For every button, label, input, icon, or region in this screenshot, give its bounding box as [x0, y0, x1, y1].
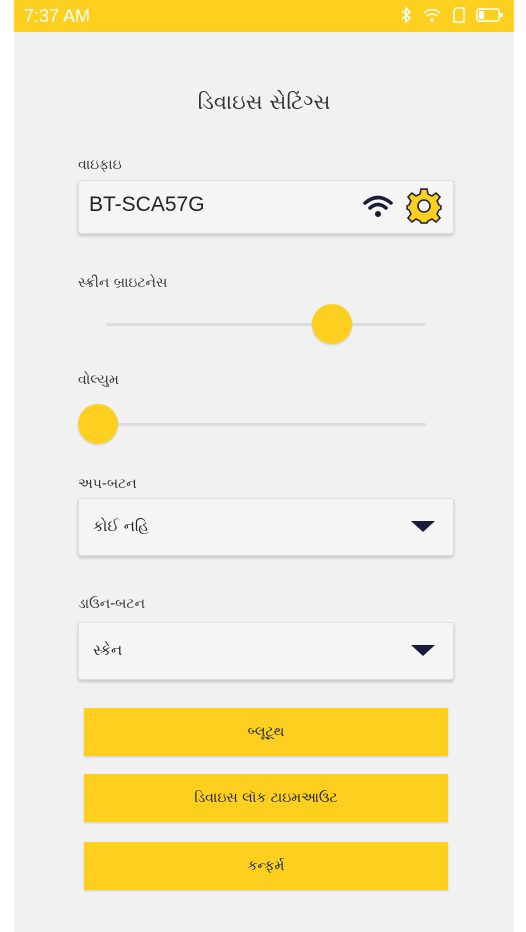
- status-icons: [400, 6, 504, 24]
- volume-label: વોલ્યુમ: [78, 372, 119, 388]
- status-bar: 7:37 AM: [14, 0, 514, 32]
- bluetooth-button[interactable]: બ્લૂટૂથ: [84, 708, 448, 756]
- up-button-select[interactable]: કોઈ નહિ: [78, 498, 454, 556]
- volume-thumb[interactable]: [78, 404, 118, 444]
- confirm-button[interactable]: કન્ફર્મ: [84, 842, 448, 890]
- status-time: 7:37 AM: [24, 6, 91, 26]
- brightness-label: સ્ક્રીન બ્રાઇટનેસ: [78, 275, 168, 291]
- brightness-track[interactable]: [106, 323, 426, 326]
- wifi-signal-icon: [423, 8, 441, 22]
- sim-icon: [453, 7, 465, 23]
- bluetooth-icon: [401, 6, 412, 24]
- wifi-network-name: BT-SCA57G: [89, 193, 205, 216]
- wifi-label: વાઇફાઇ: [78, 157, 122, 173]
- up-button-label: અપ-બટન: [78, 476, 137, 492]
- wifi-icon: [363, 195, 393, 217]
- volume-slider[interactable]: [78, 404, 426, 444]
- up-button-value: કોઈ નહિ: [93, 517, 149, 535]
- chevron-down-icon: [411, 645, 435, 656]
- down-button-value: સ્કેન: [93, 641, 123, 659]
- volume-track[interactable]: [106, 423, 426, 426]
- battery-icon: [476, 8, 503, 22]
- settings-screen: ડિવાઇસ સેટિંગ્સ વાઇફાઇ BT-SCA57G સ્ક્રીન…: [14, 32, 514, 932]
- brightness-slider[interactable]: [78, 304, 426, 344]
- chevron-down-icon: [411, 521, 435, 532]
- lock-timeout-button[interactable]: ડિવાઇસ લૉક ટાઇમઆઉટ: [84, 774, 448, 822]
- down-button-label: ડાઉન-બટન: [78, 596, 146, 612]
- gear-icon[interactable]: [405, 187, 443, 225]
- down-button-select[interactable]: સ્કેન: [78, 622, 454, 680]
- brightness-thumb[interactable]: [312, 304, 352, 344]
- wifi-field[interactable]: BT-SCA57G: [78, 180, 454, 234]
- page-title: ડિવાઇસ સેટિંગ્સ: [197, 90, 331, 114]
